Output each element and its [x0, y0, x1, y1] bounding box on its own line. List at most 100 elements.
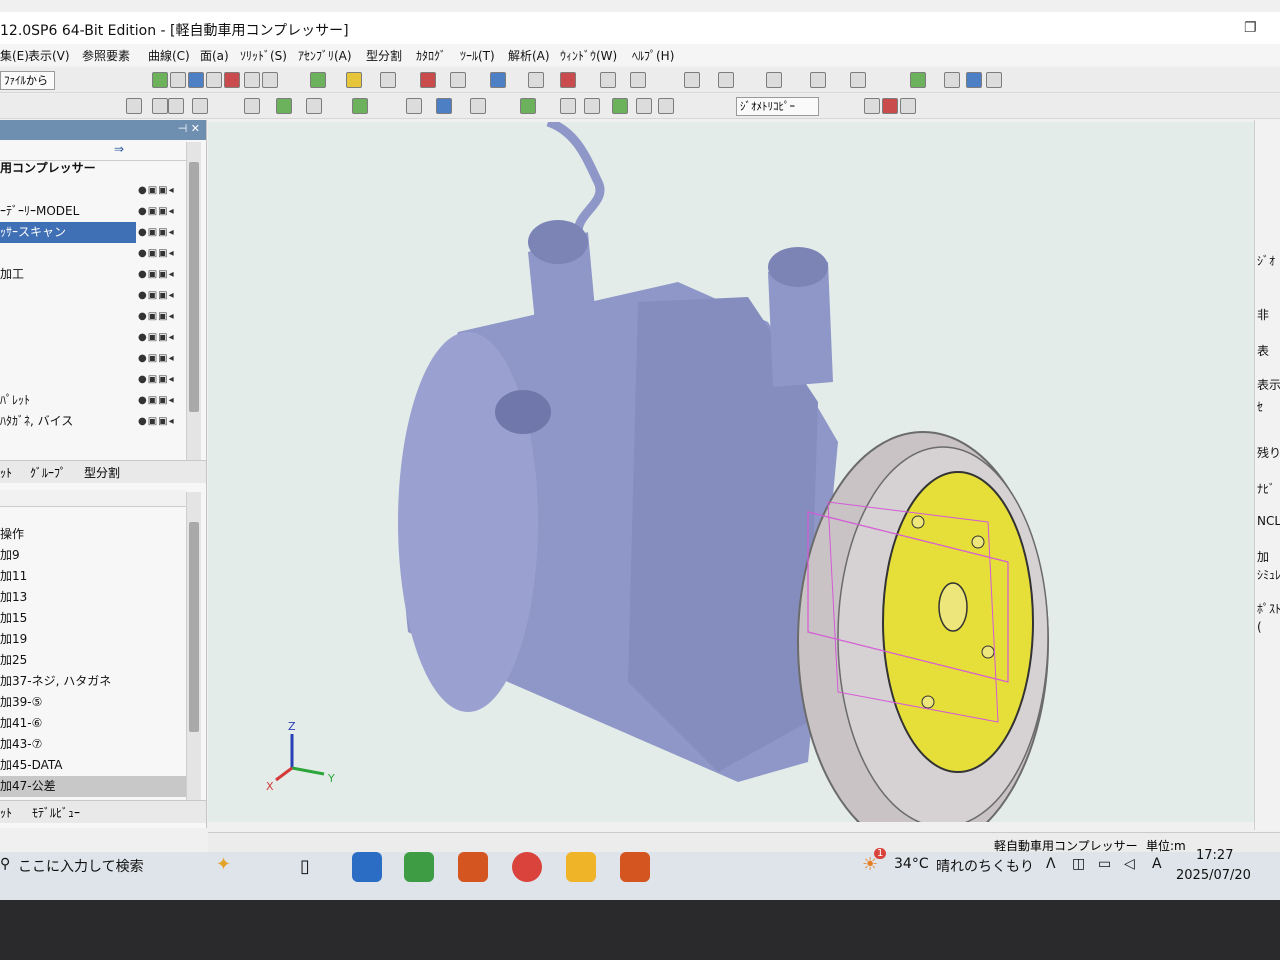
tree-row[interactable]: ﾊﾟﾚｯﾄ ●▣▣◂ — [0, 390, 186, 411]
circle-tool-icon[interactable] — [718, 72, 734, 88]
tree-row[interactable]: ●▣▣◂ — [0, 327, 186, 348]
tool-icon[interactable] — [560, 98, 576, 114]
clock-date[interactable]: 2025/07/20 — [1176, 868, 1251, 883]
right-panel-item[interactable]: 加 — [1257, 548, 1269, 565]
right-panel-item[interactable]: ｾ — [1257, 398, 1263, 415]
menu-edit[interactable]: 集(E) — [0, 47, 29, 64]
tool-icon[interactable] — [528, 72, 544, 88]
network-icon[interactable]: ▭ — [1098, 856, 1111, 872]
op-row[interactable]: 加15 — [0, 608, 186, 629]
visibility-icons[interactable]: ●▣▣◂ — [138, 201, 175, 222]
visibility-icons[interactable]: ●▣▣◂ — [138, 390, 175, 411]
op-row[interactable]: 加9 — [0, 545, 186, 566]
op-row[interactable]: 加43-⑦ — [0, 734, 186, 755]
tab-model-view[interactable]: ﾓﾃﾞﾙﾋﾞｭｰ — [32, 804, 80, 821]
tool-icon[interactable] — [276, 98, 292, 114]
tree-row[interactable]: ●▣▣◂ — [0, 285, 186, 306]
tool-icon[interactable] — [864, 98, 880, 114]
right-panel-item[interactable]: ｼﾞｵ — [1257, 252, 1275, 269]
tool-icon[interactable] — [882, 98, 898, 114]
right-panel-item[interactable]: ｼﾐｭﾚ — [1257, 566, 1280, 583]
tree-row[interactable]: ●▣▣◂ — [0, 369, 186, 390]
op-row[interactable]: 加19 — [0, 629, 186, 650]
visibility-icons[interactable]: ●▣▣◂ — [138, 180, 175, 201]
tool-icon[interactable] — [310, 72, 326, 88]
tool-icon[interactable] — [224, 72, 240, 88]
tool-icon[interactable] — [850, 72, 866, 88]
tool-icon[interactable] — [986, 72, 1002, 88]
tool-icon[interactable] — [584, 98, 600, 114]
tool-icon[interactable] — [630, 72, 646, 88]
tool-icon[interactable] — [206, 72, 222, 88]
tool-icon[interactable] — [658, 98, 674, 114]
tool-icon[interactable] — [188, 72, 204, 88]
app-icon[interactable] — [404, 852, 434, 882]
tool-icon[interactable] — [944, 72, 960, 88]
taskbar-search[interactable]: ここに入力して検索 — [18, 856, 144, 876]
menu-mold-split[interactable]: 型分割 — [366, 47, 402, 64]
chrome-icon[interactable] — [512, 852, 542, 882]
menu-solid[interactable]: ｿﾘｯﾄﾞ(S) — [240, 47, 287, 64]
pin-close-icon[interactable]: ⊣ ✕ — [178, 122, 200, 135]
menu-reference[interactable]: 参照要素 — [82, 47, 130, 64]
scroll-thumb[interactable] — [189, 522, 199, 732]
menu-analysis[interactable]: 解析(A) — [508, 47, 550, 64]
tool-icon[interactable] — [380, 72, 396, 88]
tool-icon[interactable] — [450, 72, 466, 88]
tool-icon[interactable] — [126, 98, 142, 114]
tree-row[interactable]: 加工 ●▣▣◂ — [0, 264, 186, 285]
op-row[interactable]: 操作 — [0, 524, 186, 545]
tool-icon[interactable] — [244, 98, 260, 114]
menu-window[interactable]: ｳｨﾝﾄﾞｳ(W) — [560, 47, 617, 64]
tool-icon[interactable] — [470, 98, 486, 114]
visibility-icons[interactable]: ●▣▣◂ — [138, 285, 175, 306]
tree-root[interactable]: 用コンプレッサー — [0, 158, 186, 179]
tool-icon[interactable] — [152, 98, 168, 114]
op-row[interactable]: 加41-⑥ — [0, 713, 186, 734]
right-panel-item[interactable]: 残り — [1257, 444, 1280, 461]
geometry-copy-combo[interactable]: ｼﾞｵﾒﾄﾘｺﾋﾟｰ — [736, 97, 819, 116]
visibility-icons[interactable]: ●▣▣◂ — [138, 348, 175, 369]
tool-icon[interactable] — [352, 98, 368, 114]
right-panel-item[interactable]: 表 — [1257, 342, 1269, 359]
visibility-icons[interactable]: ●▣▣◂ — [138, 411, 175, 432]
menu-tools[interactable]: ﾂｰﾙ(T) — [460, 47, 495, 64]
tree-row[interactable]: ●▣▣◂ — [0, 180, 186, 201]
menu-view[interactable]: 表示(V) — [28, 47, 70, 64]
camera-icon[interactable]: ◫ — [1072, 856, 1085, 872]
tool-icon[interactable] — [490, 72, 506, 88]
tree-scrollbar[interactable] — [186, 142, 201, 460]
tool-icon[interactable] — [244, 72, 260, 88]
app-icon[interactable] — [352, 852, 382, 882]
menu-surface[interactable]: 面(a) — [200, 47, 229, 64]
ime-indicator[interactable]: A — [1152, 856, 1162, 872]
clock-time[interactable]: 17:27 — [1196, 848, 1233, 863]
op-row[interactable]: 加25 — [0, 650, 186, 671]
tool-icon[interactable] — [600, 72, 616, 88]
visibility-icons[interactable]: ●▣▣◂ — [138, 327, 175, 348]
tree-row[interactable]: ●▣▣◂ — [0, 306, 186, 327]
right-panel-item[interactable]: NCL — [1257, 514, 1280, 528]
chevron-up-icon[interactable]: ᐱ — [1046, 856, 1056, 872]
tool-icon[interactable] — [262, 72, 278, 88]
task-view-icon[interactable]: ▯ — [300, 856, 310, 877]
menu-catalog[interactable]: ｶﾀﾛｸﾞ — [416, 47, 446, 64]
light-bulb-icon[interactable] — [346, 72, 362, 88]
tab-group[interactable]: ｸﾞﾙｰﾌﾟ — [30, 464, 66, 481]
menu-assembly[interactable]: ｱｾﾝﾌﾞﾘ(A) — [298, 47, 352, 64]
tool-icon[interactable] — [306, 98, 322, 114]
app-icon[interactable] — [620, 852, 650, 882]
visibility-icons[interactable]: ●▣▣◂ — [138, 306, 175, 327]
tool-icon[interactable] — [170, 72, 186, 88]
tool-icon[interactable] — [168, 98, 184, 114]
tool-icon[interactable] — [910, 72, 926, 88]
app-icon[interactable] — [458, 852, 488, 882]
op-row[interactable]: 加39-⑤ — [0, 692, 186, 713]
visibility-icons[interactable]: ●▣▣◂ — [138, 264, 175, 285]
op-row[interactable]: 加45-DATA — [0, 755, 186, 776]
visibility-icons[interactable]: ●▣▣◂ — [138, 243, 175, 264]
tool-icon[interactable] — [612, 98, 628, 114]
tool-icon[interactable] — [966, 72, 982, 88]
right-panel-item[interactable]: ﾎﾟｽﾄ — [1257, 600, 1280, 617]
copilot-sparkle-icon[interactable]: ✦ — [216, 854, 231, 875]
